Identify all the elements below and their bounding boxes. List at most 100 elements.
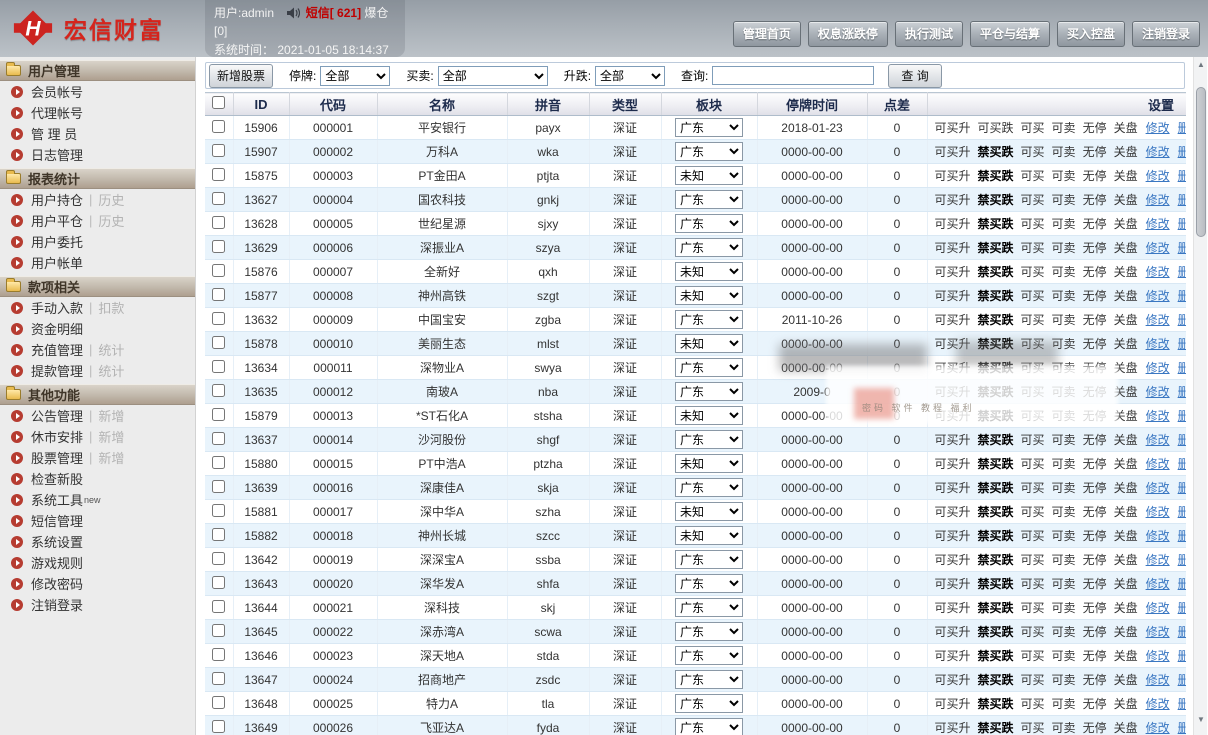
- flag-close[interactable]: 关盘: [1114, 169, 1138, 183]
- sidebar-link[interactable]: 用户持仓: [31, 190, 83, 209]
- flag-close[interactable]: 关盘: [1114, 601, 1138, 615]
- flag-close[interactable]: 关盘: [1114, 481, 1138, 495]
- flag-buy-down[interactable]: 禁买跌: [978, 457, 1014, 471]
- board-select[interactable]: 广东: [675, 358, 743, 377]
- sidebar-item[interactable]: 用户持仓|历史: [0, 189, 195, 210]
- flag-buy[interactable]: 可买: [1021, 697, 1045, 711]
- flag-buy-up[interactable]: 可买升: [935, 409, 971, 423]
- delete-link[interactable]: 删除: [1178, 409, 1186, 423]
- flag-buy-down[interactable]: 禁买跌: [978, 553, 1014, 567]
- nav-button-1[interactable]: 管理首页: [733, 21, 801, 47]
- sidebar-item[interactable]: 会员帐号: [0, 81, 195, 102]
- flag-buy[interactable]: 可买: [1021, 481, 1045, 495]
- delete-link[interactable]: 删除: [1178, 337, 1186, 351]
- flag-buy-up[interactable]: 可买升: [935, 289, 971, 303]
- vertical-scrollbar[interactable]: ▲ ▼: [1193, 57, 1207, 735]
- flag-buy[interactable]: 可买: [1021, 601, 1045, 615]
- edit-link[interactable]: 修改: [1146, 529, 1170, 543]
- edit-link[interactable]: 修改: [1146, 649, 1170, 663]
- row-checkbox[interactable]: [212, 240, 225, 253]
- select-all-checkbox[interactable]: [212, 96, 225, 109]
- flag-buy[interactable]: 可买: [1021, 433, 1045, 447]
- flag-close[interactable]: 关盘: [1114, 457, 1138, 471]
- trade-filter-select[interactable]: 全部: [438, 66, 548, 86]
- sidebar-item[interactable]: 提款管理|统计: [0, 360, 195, 381]
- sidebar-item[interactable]: 用户委托: [0, 231, 195, 252]
- row-checkbox[interactable]: [212, 144, 225, 157]
- flag-close[interactable]: 关盘: [1114, 145, 1138, 159]
- board-select[interactable]: 广东: [675, 238, 743, 257]
- board-select[interactable]: 未知: [675, 502, 743, 521]
- flag-buy-up[interactable]: 可买升: [935, 193, 971, 207]
- flag-close[interactable]: 关盘: [1114, 529, 1138, 543]
- edit-link[interactable]: 修改: [1146, 553, 1170, 567]
- sidebar-extra-link[interactable]: 新增: [98, 427, 124, 446]
- flag-buy[interactable]: 可买: [1021, 289, 1045, 303]
- delete-link[interactable]: 删除: [1178, 649, 1186, 663]
- delete-link[interactable]: 删除: [1178, 241, 1186, 255]
- flag-buy-down[interactable]: 禁买跌: [978, 409, 1014, 423]
- flag-buy-up[interactable]: 可买升: [935, 145, 971, 159]
- board-select[interactable]: 广东: [675, 694, 743, 713]
- flag-sell[interactable]: 可卖: [1052, 289, 1076, 303]
- flag-buy-up[interactable]: 可买升: [935, 649, 971, 663]
- sidebar-link[interactable]: 手动入款: [31, 298, 83, 317]
- flag-close[interactable]: 关盘: [1114, 649, 1138, 663]
- row-checkbox[interactable]: [212, 312, 225, 325]
- flag-no-stop[interactable]: 无停: [1083, 313, 1107, 327]
- nav-button-2[interactable]: 权息涨跌停: [808, 21, 888, 47]
- sidebar-item[interactable]: 休市安排|新增: [0, 426, 195, 447]
- flag-sell[interactable]: 可卖: [1052, 601, 1076, 615]
- flag-buy[interactable]: 可买: [1021, 313, 1045, 327]
- flag-sell[interactable]: 可卖: [1052, 481, 1076, 495]
- board-select[interactable]: 广东: [675, 430, 743, 449]
- flag-sell[interactable]: 可卖: [1052, 433, 1076, 447]
- flag-sell[interactable]: 可卖: [1052, 385, 1076, 399]
- flag-buy-down[interactable]: 禁买跌: [978, 433, 1014, 447]
- sidebar-item[interactable]: 注销登录: [0, 594, 195, 615]
- nav-button-6[interactable]: 注销登录: [1132, 21, 1200, 47]
- row-checkbox[interactable]: [212, 264, 225, 277]
- flag-no-stop[interactable]: 无停: [1083, 121, 1107, 135]
- sidebar-link[interactable]: 注销登录: [31, 595, 83, 614]
- flag-sell[interactable]: 可卖: [1052, 217, 1076, 231]
- flag-buy-down[interactable]: 禁买跌: [978, 337, 1014, 351]
- flag-no-stop[interactable]: 无停: [1083, 433, 1107, 447]
- flag-sell[interactable]: 可卖: [1052, 553, 1076, 567]
- flag-close[interactable]: 关盘: [1114, 337, 1138, 351]
- flag-buy[interactable]: 可买: [1021, 649, 1045, 663]
- flag-buy-down[interactable]: 禁买跌: [978, 601, 1014, 615]
- flag-sell[interactable]: 可卖: [1052, 625, 1076, 639]
- flag-buy[interactable]: 可买: [1021, 673, 1045, 687]
- flag-buy-down[interactable]: 禁买跌: [978, 217, 1014, 231]
- flag-close[interactable]: 关盘: [1114, 721, 1138, 735]
- delete-link[interactable]: 删除: [1178, 265, 1186, 279]
- flag-close[interactable]: 关盘: [1114, 121, 1138, 135]
- sidebar-item[interactable]: 日志管理: [0, 144, 195, 165]
- delete-link[interactable]: 删除: [1178, 433, 1186, 447]
- board-select[interactable]: 未知: [675, 334, 743, 353]
- flag-no-stop[interactable]: 无停: [1083, 625, 1107, 639]
- edit-link[interactable]: 修改: [1146, 217, 1170, 231]
- sidebar-link[interactable]: 系统工具: [31, 490, 83, 509]
- row-checkbox[interactable]: [212, 552, 225, 565]
- flag-no-stop[interactable]: 无停: [1083, 265, 1107, 279]
- flag-buy-up[interactable]: 可买升: [935, 121, 971, 135]
- flag-no-stop[interactable]: 无停: [1083, 217, 1107, 231]
- flag-sell[interactable]: 可卖: [1052, 241, 1076, 255]
- flag-sell[interactable]: 可卖: [1052, 169, 1076, 183]
- delete-link[interactable]: 删除: [1178, 529, 1186, 543]
- delete-link[interactable]: 删除: [1178, 697, 1186, 711]
- edit-link[interactable]: 修改: [1146, 409, 1170, 423]
- flag-close[interactable]: 关盘: [1114, 241, 1138, 255]
- flag-sell[interactable]: 可卖: [1052, 721, 1076, 735]
- flag-no-stop[interactable]: 无停: [1083, 529, 1107, 543]
- delete-link[interactable]: 删除: [1178, 673, 1186, 687]
- row-checkbox[interactable]: [212, 168, 225, 181]
- flag-close[interactable]: 关盘: [1114, 697, 1138, 711]
- flag-sell[interactable]: 可卖: [1052, 193, 1076, 207]
- flag-close[interactable]: 关盘: [1114, 433, 1138, 447]
- row-checkbox[interactable]: [212, 600, 225, 613]
- edit-link[interactable]: 修改: [1146, 673, 1170, 687]
- edit-link[interactable]: 修改: [1146, 337, 1170, 351]
